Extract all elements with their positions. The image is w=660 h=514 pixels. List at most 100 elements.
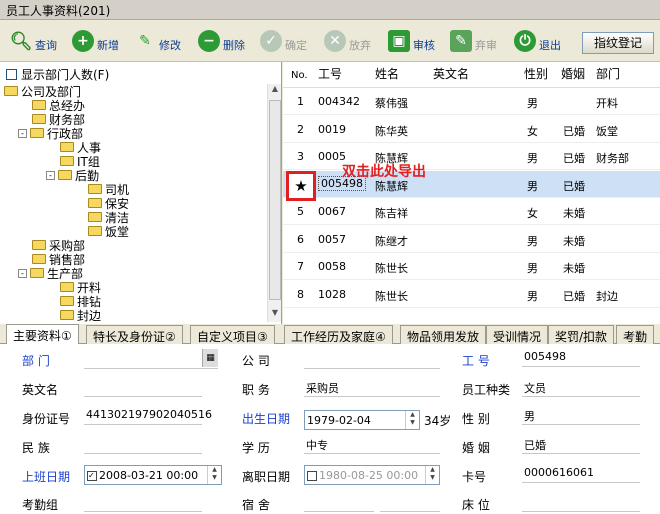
marriage-field[interactable]: 已婚 — [522, 434, 640, 454]
column-header[interactable]: 工号 — [318, 65, 342, 82]
tree-node[interactable]: 封边 — [60, 308, 101, 322]
column-header[interactable]: 婚姻 — [561, 65, 585, 82]
cell-sex: 男 — [527, 289, 538, 303]
cancel-icon: ✕ — [324, 30, 346, 52]
cell-mar: 已婚 — [563, 152, 585, 165]
lock-icon: ▣ — [388, 30, 410, 52]
scroll-up-icon[interactable]: ▲ — [269, 84, 281, 98]
folder-icon — [60, 142, 74, 152]
query-button[interactable]: 🔍︎ 查询 — [10, 28, 57, 54]
abandon-button[interactable]: ✕ 放弃 — [324, 28, 371, 54]
spinner-icon[interactable]: ▲ ▼ — [207, 466, 221, 484]
dorm-room-field[interactable] — [380, 492, 440, 512]
tab-items[interactable]: 物品领用发放 — [400, 325, 487, 344]
hire-date-field[interactable]: ✓ 2008-03-21 00:00 ▲ ▼ — [84, 465, 222, 485]
tree-scrollbar[interactable]: ▲ ▼ — [267, 84, 281, 322]
empno-field[interactable]: 005498 — [522, 347, 640, 367]
spinner-icon[interactable]: ▲ ▼ — [425, 466, 439, 484]
row-number: 1 — [297, 95, 304, 108]
row-number: 3 — [297, 150, 304, 163]
table-row[interactable]: 7 0058 陈世长 男 未婚 — [283, 253, 660, 280]
employee-type-field[interactable]: 文员 — [522, 377, 640, 397]
table-row[interactable]: 1 004342 蔡伟强 男 开料 — [283, 88, 660, 115]
cell-dept: 财务部 — [596, 152, 629, 165]
folder-icon — [32, 240, 46, 250]
cell-mar: 已婚 — [563, 179, 585, 193]
card-number-field[interactable]: 0000616061 — [522, 463, 640, 483]
detail-tabs: 主要资料① 特长及身份证② 自定义项目③ 工作经历及家庭④ 物品领用发放 受训情… — [0, 324, 660, 345]
folder-icon — [60, 156, 74, 166]
tree-node[interactable]: - 行政部 — [18, 126, 83, 141]
table-row[interactable]: 005498 陈慧辉男已婚 — [283, 170, 660, 198]
column-header[interactable]: 性别 — [524, 65, 548, 82]
scroll-down-icon[interactable]: ▼ — [269, 308, 281, 322]
tab-attendance[interactable]: 考勤 — [616, 325, 655, 344]
tab-main[interactable]: 主要资料① — [6, 324, 79, 345]
audit-button[interactable]: ▣ 审核 — [388, 28, 435, 54]
age-label: 34岁 — [424, 414, 452, 428]
collapse-icon[interactable]: - — [18, 128, 27, 138]
position-field[interactable]: 采购员 — [304, 377, 440, 397]
exit-button[interactable]: ⏻ 退出 — [514, 28, 561, 54]
row-number: 8 — [297, 287, 304, 301]
tree-node[interactable]: - 生产部 — [18, 266, 83, 281]
minus-icon: − — [198, 30, 220, 52]
dorm-field[interactable] — [304, 492, 374, 512]
leave-date-field[interactable]: 1980-08-25 00:00 ▲ ▼ — [304, 465, 440, 485]
table-row[interactable]: 3 0005 陈慧辉男已婚 财务部 — [283, 143, 660, 170]
employee-form: 部 门 ▦ 公 司 工 号 005498 英文名 职 务 采购员 员工种类 文员… — [0, 344, 660, 514]
cell-mar: 未婚 — [563, 207, 585, 220]
folder-icon — [88, 184, 102, 194]
edit-button[interactable]: ✎ 修改 — [134, 28, 181, 54]
pencil-icon: ✎ — [139, 33, 151, 49]
spinner-icon[interactable]: ▲ ▼ — [405, 411, 419, 429]
add-button[interactable]: + 新增 — [72, 28, 119, 54]
bed-field[interactable] — [522, 492, 640, 512]
checkbox-icon[interactable]: ✓ — [87, 471, 97, 481]
tab-custom[interactable]: 自定义项目③ — [190, 325, 275, 344]
idcard-field[interactable]: 441302197902040516 — [84, 405, 212, 425]
table-row[interactable]: 2 0019 陈华英 女 已婚 饭堂 — [283, 116, 660, 143]
scroll-thumb[interactable] — [269, 100, 281, 300]
dept-field[interactable]: ▦ — [84, 349, 218, 369]
confirm-button[interactable]: ✓ 确定 — [260, 28, 307, 54]
sex-field[interactable]: 男 — [522, 405, 640, 425]
tab-skills[interactable]: 特长及身份证② — [86, 325, 183, 344]
cell-sex: 男 — [527, 179, 538, 193]
show-count-checkbox[interactable]: 显示部门人数(F) — [6, 66, 109, 83]
fingerprint-button[interactable]: 指纹登记 — [582, 32, 654, 54]
collapse-icon[interactable]: - — [18, 268, 27, 278]
table-row[interactable]: 8 1028 陈世长 男 已婚 封边 — [283, 281, 660, 308]
attendance-group-field[interactable] — [84, 492, 202, 512]
tab-rewards[interactable]: 奖罚/扣款 — [548, 325, 615, 344]
current-row-star-icon[interactable]: ★ — [286, 171, 316, 201]
cell-dept: 开料 — [596, 97, 618, 110]
collapse-icon[interactable]: - — [46, 170, 55, 180]
folder-icon — [88, 226, 102, 236]
plus-icon: + — [72, 30, 94, 52]
cell-id: 0067 — [318, 205, 346, 218]
delete-button[interactable]: − 删除 — [198, 28, 245, 54]
tree-node[interactable]: - 后勤 — [46, 168, 99, 183]
table-row[interactable]: 6 0057 陈继才 男 未婚 — [283, 226, 660, 253]
company-field[interactable] — [304, 349, 440, 369]
checkbox-icon[interactable] — [307, 471, 317, 481]
calculator-icon[interactable]: ▦ — [202, 349, 218, 367]
cell-sex: 男 — [527, 234, 538, 248]
tab-training[interactable]: 受训情况 — [486, 325, 549, 344]
nation-field[interactable] — [84, 434, 202, 454]
column-header[interactable]: 姓名 — [375, 65, 399, 82]
education-field[interactable]: 中专 — [304, 434, 440, 454]
birth-date-field[interactable]: 1979-02-04 ▲ ▼ — [304, 410, 420, 430]
unaudit-button[interactable]: ✎ 弃审 — [450, 28, 497, 54]
department-tree: 公司及部门 总经办 财务部 - 行政部 人事 IT组 - 后勤 司机 保安 清洁 饭… — [4, 84, 268, 322]
tree-node[interactable]: 饭堂 — [88, 224, 129, 239]
table-row[interactable]: 5 0067 陈吉祥 女 未婚 — [283, 198, 660, 225]
column-header[interactable]: 英文名 — [433, 65, 469, 82]
tab-experience[interactable]: 工作经历及家庭④ — [284, 325, 393, 344]
english-name-field[interactable] — [84, 377, 202, 397]
row-number: 7 — [297, 260, 304, 273]
column-header[interactable]: 部门 — [596, 65, 620, 82]
cell-sex: 男 — [527, 97, 538, 110]
row-number: 6 — [297, 232, 304, 246]
